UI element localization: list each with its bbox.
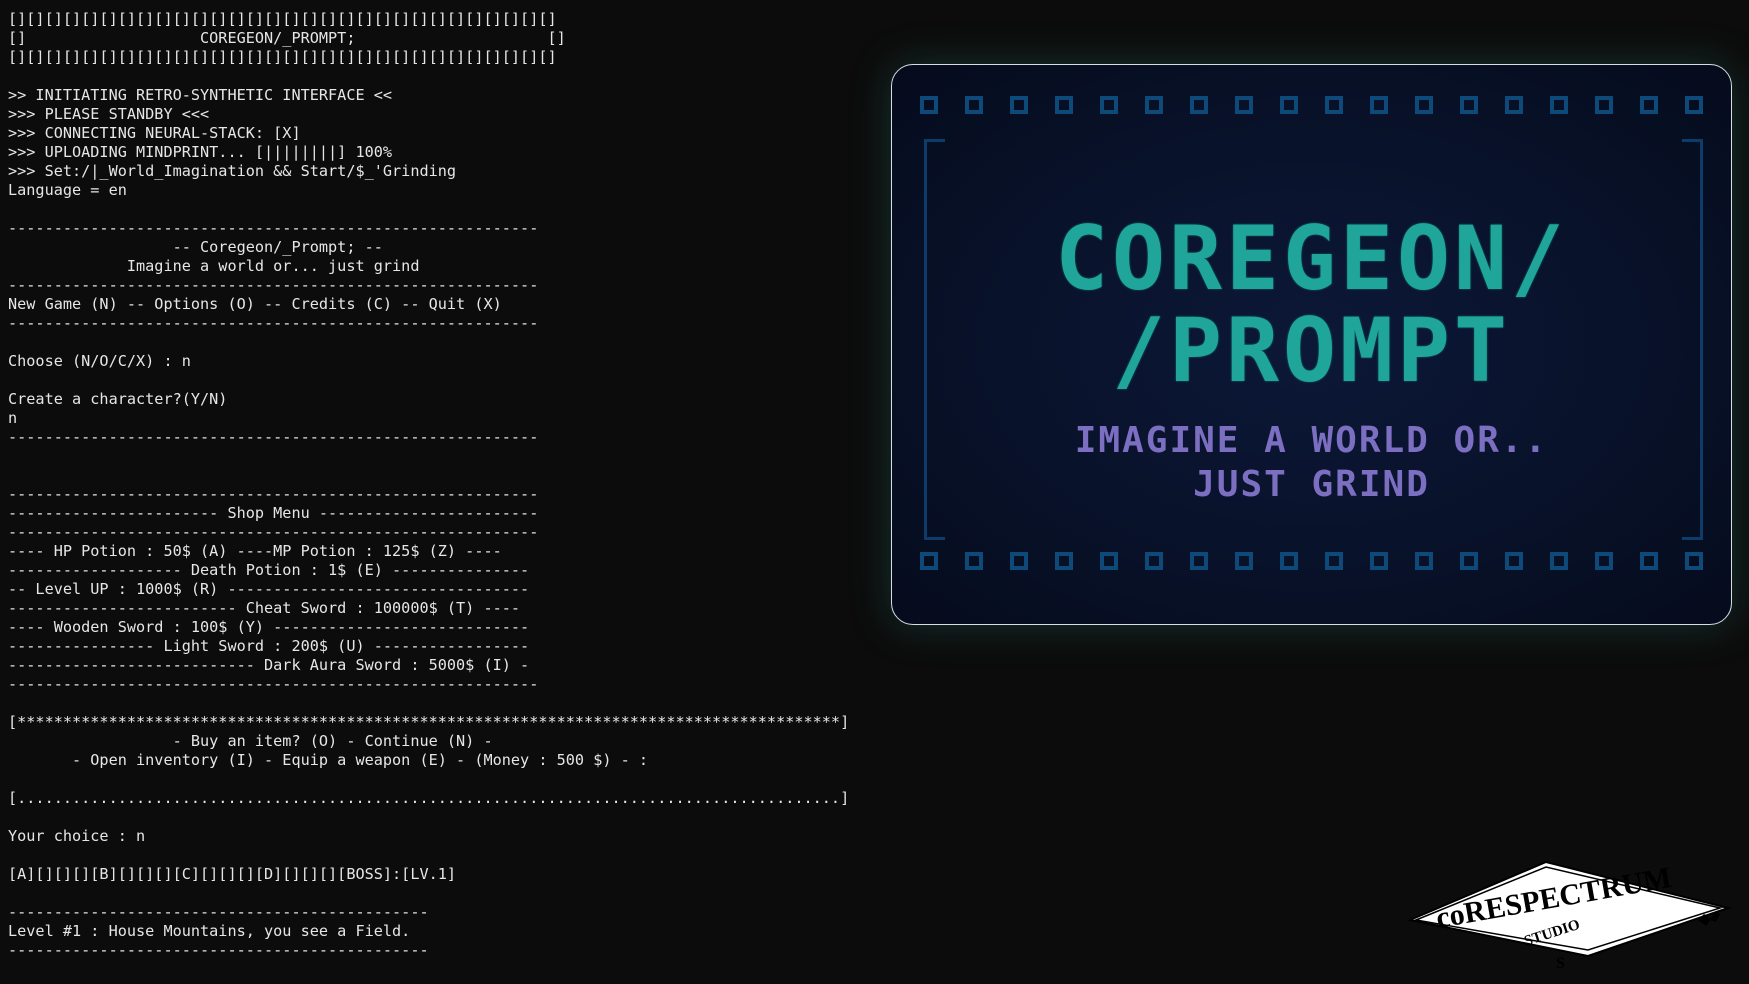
card-subtitle-line2: JUST GRIND xyxy=(1193,464,1430,505)
terminal-line: ----------------------------------------… xyxy=(8,219,539,237)
pixel-square xyxy=(1325,552,1343,570)
pixel-square xyxy=(1280,96,1298,114)
terminal-line: ----------------------------------------… xyxy=(8,314,539,332)
pixel-square xyxy=(1325,96,1343,114)
pixel-border-bottom xyxy=(920,552,1703,578)
pixel-square xyxy=(1010,96,1028,114)
pixel-square xyxy=(1505,552,1523,570)
pixel-border-top xyxy=(920,96,1703,122)
pixel-square xyxy=(1505,96,1523,114)
pixel-square xyxy=(1055,96,1073,114)
terminal-line: ------------------------- Cheat Sword : … xyxy=(8,599,521,617)
terminal-line: ----------------------------------------… xyxy=(8,675,539,693)
pixel-square xyxy=(1370,96,1388,114)
terminal-line: >>> Set:/|_World_Imagination && Start/$_… xyxy=(8,162,457,180)
card-title-line1: COREGEON/ xyxy=(1055,207,1568,310)
pixel-square xyxy=(1145,96,1163,114)
terminal-line: [***************************************… xyxy=(8,713,850,731)
terminal-line: Imagine a world or... just grind xyxy=(8,257,420,275)
title-card-image: COREGEON/ /PROMPT IMAGINE A WORLD OR.. J… xyxy=(891,64,1732,625)
pixel-square xyxy=(1235,552,1253,570)
pixel-square xyxy=(965,96,983,114)
pixel-square xyxy=(1280,552,1298,570)
pixel-square xyxy=(920,552,938,570)
terminal-line: [A][][][][B][][][][C][][][][D][][][][BOS… xyxy=(8,865,457,883)
terminal-output: [][][][][][][][][][][][][][][][][][][][]… xyxy=(8,10,888,960)
pixel-square xyxy=(1370,552,1388,570)
pixel-square xyxy=(1685,552,1703,570)
pixel-square xyxy=(1550,552,1568,570)
card-subtitle-line1: IMAGINE A WORLD OR.. xyxy=(1074,420,1549,461)
pixel-square xyxy=(1235,96,1253,114)
pixel-square xyxy=(1190,552,1208,570)
card-title-line2: /PROMPT xyxy=(1112,299,1511,402)
terminal-line: ----------------------------------------… xyxy=(8,276,539,294)
terminal-line: -- Level UP : 1000$ (R) ----------------… xyxy=(8,580,530,598)
terminal-line: >>> PLEASE STANDBY <<< xyxy=(8,105,210,123)
pixel-square xyxy=(1415,96,1433,114)
pixel-square xyxy=(1685,96,1703,114)
pixel-square xyxy=(1595,552,1613,570)
pixel-square xyxy=(1100,552,1118,570)
terminal-line: >>> UPLOADING MINDPRINT... [||||||||] 10… xyxy=(8,143,393,161)
pixel-square xyxy=(1460,552,1478,570)
terminal-line: [][][][][][][][][][][][][][][][][][][][]… xyxy=(8,48,557,66)
terminal-line: ------------------- Death Potion : 1$ (E… xyxy=(8,561,530,579)
terminal-line: Language = en xyxy=(8,181,127,199)
terminal-line: ----------------------- Shop Menu ------… xyxy=(8,504,539,522)
terminal-line: [.......................................… xyxy=(8,789,850,807)
pixel-square xyxy=(1055,552,1073,570)
terminal-line: New Game (N) -- Options (O) -- Credits (… xyxy=(8,295,502,313)
terminal-line: Choose (N/O/C/X) : n xyxy=(8,352,191,370)
terminal-line: - Open inventory (I) - Equip a weapon (E… xyxy=(8,751,649,769)
pixel-square xyxy=(1100,96,1118,114)
terminal-line: ---- Wooden Sword : 100$ (Y) -----------… xyxy=(8,618,530,636)
pixel-square xyxy=(1010,552,1028,570)
terminal-line: ----------------------------------------… xyxy=(8,485,539,503)
terminal-line: >> INITIATING RETRO-SYNTHETIC INTERFACE … xyxy=(8,86,393,104)
terminal-line: >>> CONNECTING NEURAL-STACK: [X] xyxy=(8,124,301,142)
terminal-line: Level #1 : House Mountains, you see a Fi… xyxy=(8,922,411,940)
pixel-square xyxy=(1190,96,1208,114)
pixel-square xyxy=(1595,96,1613,114)
pixel-square xyxy=(1145,552,1163,570)
terminal-line: ----------------------------------------… xyxy=(8,428,539,446)
pixel-square xyxy=(1550,96,1568,114)
terminal-line: ----------------------------------------… xyxy=(8,941,429,959)
terminal-line: ---------------- Light Sword : 200$ (U) … xyxy=(8,637,530,655)
terminal-line: Create a character?(Y/N) xyxy=(8,390,228,408)
terminal-line: -- Coregeon/_Prompt; -- xyxy=(8,238,383,256)
terminal-line: ---- HP Potion : 50$ (A) ----MP Potion :… xyxy=(8,542,502,560)
terminal-line: [] COREGEON/_PROMPT; [] xyxy=(8,29,566,47)
terminal-line: Your choice : n xyxy=(8,827,146,845)
pixel-square xyxy=(920,96,938,114)
pixel-square xyxy=(1415,552,1433,570)
terminal-line: ----------------------------------------… xyxy=(8,523,539,541)
terminal-line: - Buy an item? (O) - Continue (N) - xyxy=(8,732,493,750)
pixel-square xyxy=(1640,96,1658,114)
terminal-line: n xyxy=(8,409,18,427)
terminal-line: ----------------------------------------… xyxy=(8,903,429,921)
terminal-line: [][][][][][][][][][][][][][][][][][][][]… xyxy=(8,10,557,28)
terminal-line: --------------------------- Dark Aura Sw… xyxy=(8,656,530,674)
pixel-square xyxy=(1640,552,1658,570)
pixel-square xyxy=(1460,96,1478,114)
logo-mark: S xyxy=(1556,955,1565,970)
studio-logo: coRESPECTRUM STUDIO S xyxy=(1408,860,1732,970)
pixel-square xyxy=(965,552,983,570)
